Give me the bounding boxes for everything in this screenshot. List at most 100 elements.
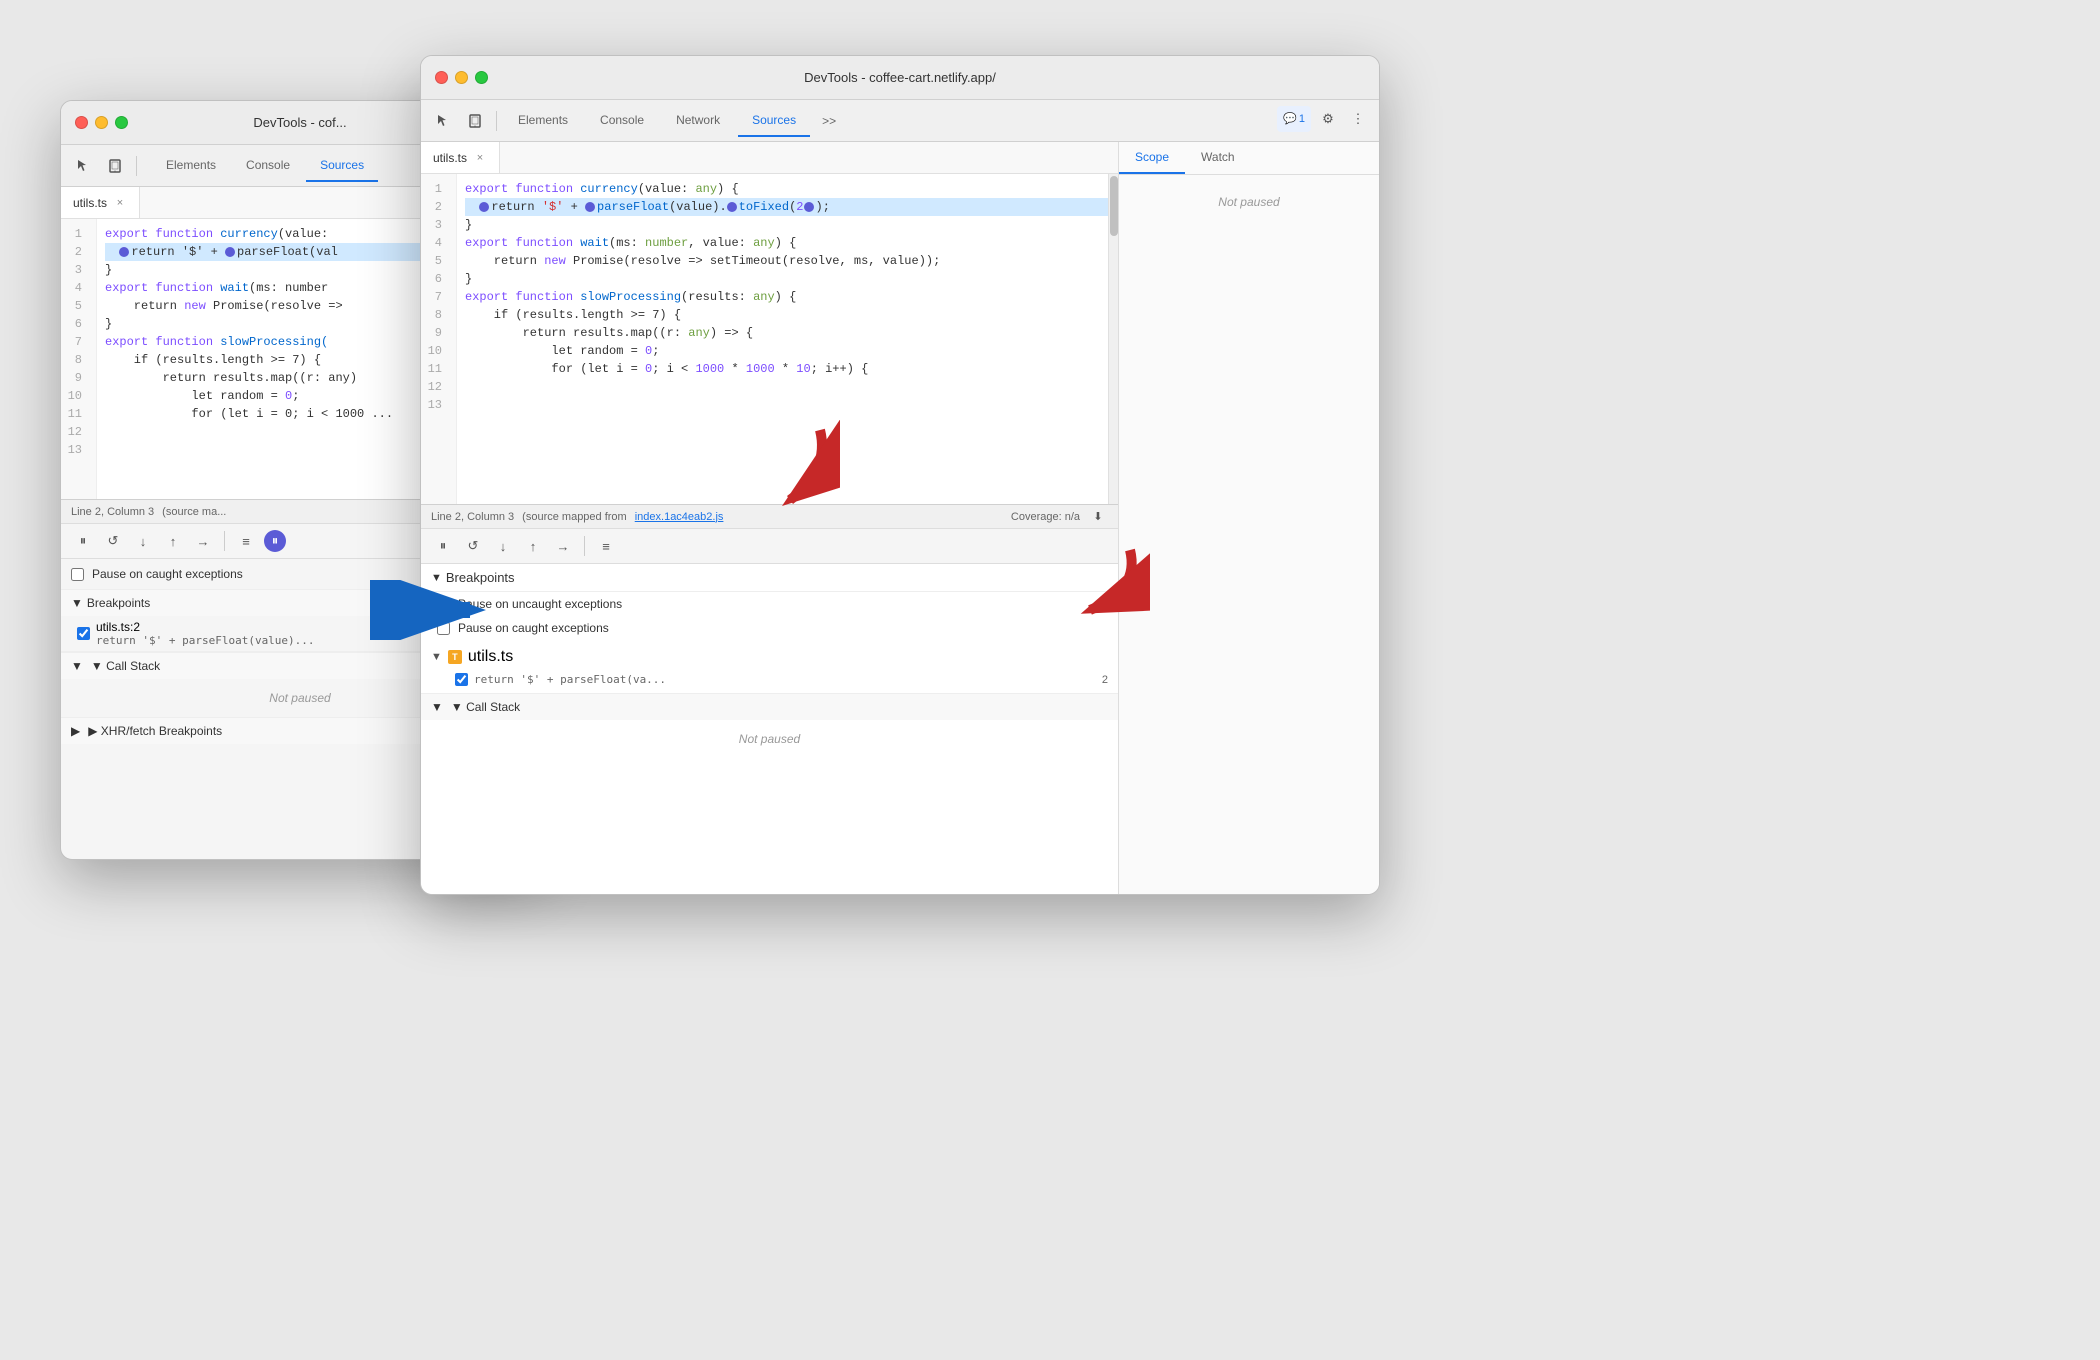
fg-code-line-12: let random = 0; — [465, 342, 1108, 360]
fg-scrollbar[interactable] — [1108, 174, 1118, 504]
fg-bp-line-text: return '$' + parseFloat(va... — [474, 673, 666, 686]
bg-step-out-btn[interactable]: → — [191, 529, 215, 553]
fg-tab-more[interactable]: >> — [814, 108, 844, 134]
bg-tab-sources[interactable]: Sources — [306, 150, 378, 182]
fg-bp-line-num: 2 — [1102, 674, 1108, 686]
fg-status-link[interactable]: index.1ac4eab2.js — [635, 511, 724, 523]
fg-pause-btn[interactable]: ⏸ — [431, 534, 455, 558]
fg-debug-toolbar: ⏸ ↺ ↓ ↑ → ≡ — [421, 528, 1118, 564]
fg-minimize-btn[interactable] — [455, 71, 468, 84]
fg-bp-file-section: ▼ T utils.ts return '$' + parseFloat(va.… — [421, 640, 1118, 693]
bg-pause-exceptions-checkbox[interactable] — [71, 568, 84, 581]
fg-call-stack-header[interactable]: ▼ ▼ Call Stack — [421, 693, 1118, 720]
bg-traffic-lights — [75, 116, 128, 129]
fg-file-tab-utils[interactable]: utils.ts × — [421, 142, 500, 173]
fg-scope-tab[interactable]: Scope — [1119, 142, 1185, 174]
fg-bp-filename: utils.ts — [468, 648, 513, 666]
fg-code-line-10: if (results.length >= 7) { — [465, 306, 1108, 324]
bg-breakpoints-arrow: ▼ — [71, 596, 83, 610]
fg-file-tab-close[interactable]: × — [473, 151, 487, 165]
fg-tab-network[interactable]: Network — [662, 105, 734, 137]
fg-code-line-1: export function currency(value: any) { — [465, 180, 1108, 198]
bg-file-tab-close[interactable]: × — [113, 196, 127, 210]
fg-watch-tab[interactable]: Watch — [1185, 142, 1251, 174]
fg-status-source: (source mapped from — [522, 511, 627, 523]
bg-device-btn[interactable] — [101, 152, 129, 180]
fg-scrollbar-thumb[interactable] — [1110, 176, 1118, 236]
bg-close-btn[interactable] — [75, 116, 88, 129]
fg-inspect-btn[interactable] — [429, 107, 457, 135]
bg-xhr-label: ▶ XHR/fetch Breakpoints — [88, 724, 222, 738]
fg-bp-file-header[interactable]: ▼ T utils.ts — [431, 644, 1108, 670]
red-arrow-1 — [740, 420, 840, 520]
bg-toolbar-sep — [136, 156, 137, 176]
bg-tabs: Elements Console Sources — [144, 145, 386, 187]
bg-pause-btn[interactable]: ⏸ — [71, 529, 95, 553]
bg-file-tab-name: utils.ts — [73, 196, 107, 210]
bg-debug-sep1 — [224, 531, 225, 551]
fg-code-line-2: return '$' + parseFloat(value).toFixed(2… — [465, 198, 1108, 216]
fg-tab-sources[interactable]: Sources — [738, 105, 810, 137]
fg-pause-uncaught-row: Pause on uncaught exceptions — [421, 592, 1118, 616]
fg-call-stack-arrow: ▼ — [431, 700, 443, 714]
bg-step-into-btn[interactable]: ↑ — [161, 529, 185, 553]
fg-settings-btn[interactable]: ⚙ — [1315, 106, 1341, 132]
fg-chat-btn[interactable]: 💬1 — [1277, 106, 1311, 132]
bg-xhr-arrow: ▶ — [71, 724, 80, 738]
bg-maximize-btn[interactable] — [115, 116, 128, 129]
bg-resume-btn[interactable]: ↺ — [101, 529, 125, 553]
fg-status-coverage: Coverage: n/a — [1011, 511, 1080, 523]
bg-tab-elements[interactable]: Elements — [152, 150, 230, 182]
bg-pause-exceptions-label: Pause on caught exceptions — [92, 567, 243, 581]
fg-deactivate-btn[interactable]: ≡ — [594, 534, 618, 558]
fg-breakpoints-panel: ▼ Breakpoints Pause on uncaught exceptio… — [421, 564, 1118, 894]
bg-pause-active-btn[interactable]: ⏸ — [264, 530, 286, 552]
fg-scope-panel: Scope Watch Not paused — [1119, 142, 1379, 894]
fg-resume-btn[interactable]: ↺ — [461, 534, 485, 558]
bg-window-title: DevTools - cof... — [253, 115, 346, 130]
fg-line-numbers: 1 2 3 4 5 6 7 8 9 10 11 12 13 — [421, 174, 457, 504]
fg-bp-line-checkbox[interactable] — [455, 673, 468, 686]
fg-step-into-btn[interactable]: ↑ — [521, 534, 545, 558]
fg-breakpoints-section-header[interactable]: ▼ Breakpoints — [421, 564, 1118, 592]
fg-maximize-btn[interactable] — [475, 71, 488, 84]
fg-code-line-3: } — [465, 216, 1108, 234]
fg-tab-console[interactable]: Console — [586, 105, 658, 137]
bg-call-stack-label: ▼ Call Stack — [91, 659, 160, 673]
fg-step-over-btn[interactable]: ↓ — [491, 534, 515, 558]
fg-code-line-7: } — [465, 270, 1108, 288]
devtools-fg-window: DevTools - coffee-cart.netlify.app/ Elem… — [420, 55, 1380, 895]
fg-step-out-btn[interactable]: → — [551, 534, 575, 558]
fg-tab-actions: 💬1 ⚙ ⋮ — [1277, 106, 1371, 136]
fg-call-stack-label: ▼ Call Stack — [451, 700, 520, 714]
fg-close-btn[interactable] — [435, 71, 448, 84]
fg-main-area: utils.ts × 1 2 3 4 5 6 7 8 9 — [421, 142, 1379, 894]
bg-deactivate-btn[interactable]: ≡ — [234, 529, 258, 553]
fg-device-btn[interactable] — [461, 107, 489, 135]
bg-breakpoints-label: Breakpoints — [87, 596, 150, 610]
bg-line-numbers: 1 2 3 4 5 6 7 8 9 10 11 12 13 — [61, 219, 97, 499]
fg-window-title: DevTools - coffee-cart.netlify.app/ — [804, 70, 996, 85]
fg-code-line-9: export function slowProcessing(results: … — [465, 288, 1108, 306]
fg-scope-content: Not paused — [1119, 175, 1379, 229]
fg-tab-elements[interactable]: Elements — [504, 105, 582, 137]
fg-bp-file-icon: T — [448, 650, 462, 664]
bg-bp-checkbox[interactable] — [77, 627, 90, 640]
fg-code-line-11: return results.map((r: any) => { — [465, 324, 1108, 342]
bg-minimize-btn[interactable] — [95, 116, 108, 129]
red-arrow-2 — [1050, 540, 1150, 630]
bg-status-source: (source ma... — [162, 506, 226, 518]
fg-title-bar: DevTools - coffee-cart.netlify.app/ — [421, 56, 1379, 100]
bg-bp-line: return '$' + parseFloat(value)... — [96, 634, 315, 647]
fg-file-tab-name: utils.ts — [433, 151, 467, 165]
bg-inspect-btn[interactable] — [69, 152, 97, 180]
fg-pause-caught-row: Pause on caught exceptions — [421, 616, 1118, 640]
blue-arrow — [370, 580, 490, 640]
fg-coverage-btn[interactable]: ⬇ — [1088, 507, 1108, 527]
fg-file-tabs: utils.ts × — [421, 142, 1118, 174]
bg-file-tab-utils[interactable]: utils.ts × — [61, 187, 140, 218]
fg-more-btn[interactable]: ⋮ — [1345, 106, 1371, 132]
bg-tab-console[interactable]: Console — [232, 150, 304, 182]
bg-step-over-btn[interactable]: ↓ — [131, 529, 155, 553]
bg-bp-filename: utils.ts:2 — [96, 620, 315, 634]
